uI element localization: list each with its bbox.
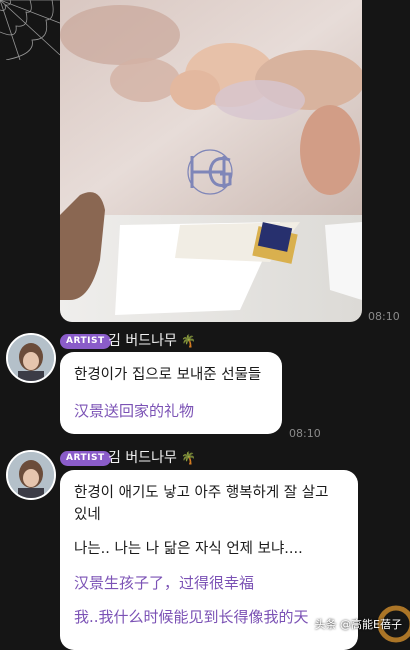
avatar[interactable] <box>6 450 56 500</box>
sender-name: 김 버드나무 🌴 <box>108 333 196 349</box>
message-chinese-line: 汉景送回家的礼物 <box>74 402 195 420</box>
message-korean-line: 있네 <box>74 507 101 523</box>
photo-message-image[interactable] <box>60 0 362 322</box>
palm-tree-emoji: 🌴 <box>181 451 197 465</box>
avatar[interactable] <box>6 333 56 383</box>
message-timestamp: 08:10 <box>289 427 321 440</box>
watermark: 头条 @高能E蓓子 <box>314 618 402 631</box>
palm-tree-emoji: 🌴 <box>181 334 197 348</box>
message-chinese-line: 汉景生孩子了，过得很幸福 <box>74 574 255 592</box>
artist-badge: ARTIST <box>60 451 111 466</box>
artist-badge: ARTIST <box>60 334 111 349</box>
sender-name-text: 김 버드나무 <box>108 450 177 466</box>
message-korean-line: 한경이 애기도 낳고 아주 행복하게 잘 살고 <box>74 485 329 501</box>
message-bubble[interactable]: 한경이가 집으로 보내준 선물들 汉景送回家的礼物 <box>60 352 282 434</box>
message-korean-line: 한경이가 집으로 보내준 선물들 <box>74 367 262 383</box>
message-chinese-line: 我..我什么时候能见到长得像我的天 <box>74 608 309 626</box>
sender-name: 김 버드나무 🌴 <box>108 450 196 466</box>
photo-timestamp: 08:10 <box>368 310 400 323</box>
message-korean-line: 나는.. 나는 나 닮은 자식 언제 보냐.... <box>74 541 303 557</box>
sender-name-text: 김 버드나무 <box>108 333 177 349</box>
message-bubble[interactable]: 한경이 애기도 낳고 아주 행복하게 잘 살고 있네 나는.. 나는 나 닮은 … <box>60 470 358 650</box>
